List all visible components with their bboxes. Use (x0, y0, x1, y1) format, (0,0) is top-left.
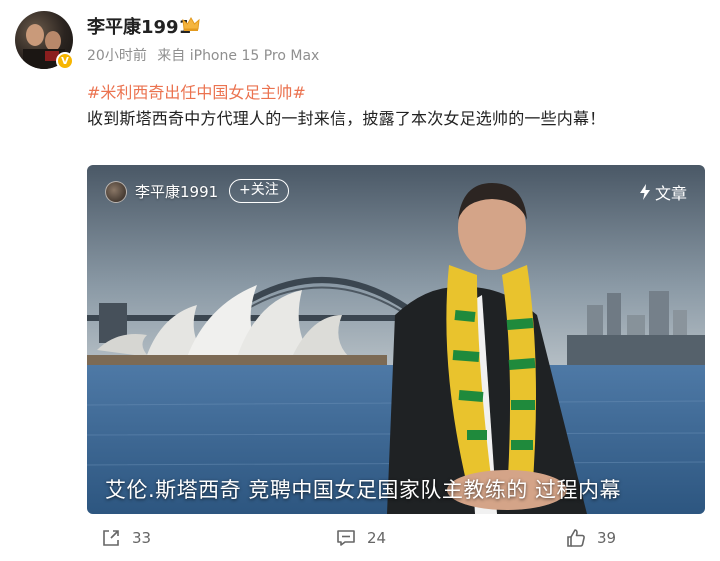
lightning-icon (639, 184, 650, 200)
author-avatar[interactable]: V (15, 11, 74, 70)
action-bar: 33 24 39 (0, 527, 720, 555)
card-author-name[interactable]: 李平康1991 (135, 181, 218, 202)
article-label: 文章 (639, 180, 687, 204)
like-icon (567, 529, 585, 547)
verified-badge-icon: V (56, 52, 74, 70)
article-label-text: 文章 (654, 184, 687, 203)
topic-hashtag: #米利西奇出任中国女足主帅# (87, 79, 306, 103)
hashtag-link[interactable]: #米利西奇出任中国女足主帅# (87, 83, 306, 102)
like-button[interactable]: 39 (565, 527, 616, 549)
follow-button[interactable]: +关注 (229, 179, 289, 203)
article-title: 艾伦.斯塔西奇 竞聘中国女足国家队主教练的 过程内幕 (105, 478, 622, 502)
share-button[interactable]: 33 (100, 527, 151, 549)
post-meta: 20小时前 来自 iPhone 15 Pro Max (87, 45, 325, 65)
article-card[interactable]: 李平康1991 +关注 文章 艾伦.斯塔西奇 竞聘中国女足国家队主教练的 过程内… (87, 165, 705, 514)
author-name[interactable]: 李平康1991 (87, 13, 191, 39)
share-icon (103, 530, 119, 546)
comment-count: 24 (367, 529, 387, 547)
article-cover-image (87, 165, 705, 514)
post-text: 收到斯塔西奇中方代理人的一封来信，披露了本次女足选帅的一些内幕！ (87, 109, 606, 128)
post-time[interactable]: 20小时前 (87, 48, 147, 64)
comment-icon (337, 530, 355, 546)
comment-button[interactable]: 24 (335, 527, 386, 549)
share-count: 33 (132, 529, 152, 547)
post-source: 来自 iPhone 15 Pro Max (157, 48, 320, 64)
like-count: 39 (597, 529, 617, 547)
crown-icon (182, 17, 200, 31)
card-author-avatar[interactable] (105, 181, 127, 203)
